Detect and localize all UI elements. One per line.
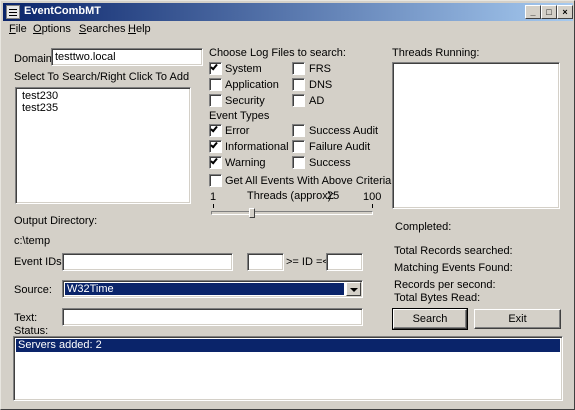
menu-help[interactable]: Help (128, 23, 151, 35)
server-list[interactable]: test230 test235 (15, 87, 191, 204)
window-title: EventCombMT (24, 5, 101, 17)
threads-value: 25 (327, 190, 340, 202)
source-dropdown[interactable]: W32Time (62, 280, 363, 298)
menu-options[interactable]: Options (33, 23, 71, 35)
domain-value: testtwo.local (55, 51, 116, 63)
error-label: Error (225, 125, 250, 137)
event-id-range-label: >= ID =< (286, 256, 329, 268)
failure-audit-label: Failure Audit (309, 141, 371, 153)
application-checkbox[interactable] (209, 78, 222, 91)
status-line[interactable]: Servers added: 2 (16, 339, 560, 352)
get-all-events-label: Get All Events With Above Criteria (225, 175, 392, 187)
server-list-item[interactable]: test230 (22, 90, 58, 102)
minimize-button[interactable]: _ (525, 5, 541, 19)
application-label: Application (225, 79, 279, 91)
frs-label: FRS (309, 63, 331, 75)
system-label: System (225, 63, 262, 75)
menu-bar: File Options Searches Help (3, 22, 573, 39)
threads-running-label: Threads Running: (392, 47, 480, 59)
search-button[interactable]: Search (392, 308, 468, 330)
threads-max: 100 (363, 191, 382, 203)
threads-slider[interactable] (211, 208, 373, 218)
domain-input[interactable]: testtwo.local (51, 48, 203, 66)
success-checkbox[interactable] (292, 156, 305, 169)
records-per-second-label: Records per second: (394, 279, 496, 291)
failure-audit-checkbox[interactable] (292, 140, 305, 153)
event-ids-label: Event IDs: (14, 256, 65, 268)
ad-checkbox[interactable] (292, 94, 305, 107)
exit-button[interactable]: Exit (474, 309, 561, 329)
status-log[interactable]: Servers added: 2 (13, 336, 563, 401)
matching-events-label: Matching Events Found: (394, 262, 513, 274)
event-id-max-input[interactable] (326, 253, 363, 271)
title-bar[interactable]: EventCombMT _ □ × (3, 3, 573, 21)
source-value: W32Time (65, 283, 344, 295)
success-audit-checkbox[interactable] (292, 124, 305, 137)
dns-checkbox[interactable] (292, 78, 305, 91)
success-audit-label: Success Audit (309, 125, 379, 137)
menu-searches[interactable]: Searches (79, 23, 125, 35)
source-label: Source: (14, 284, 52, 296)
event-types-heading: Event Types (209, 110, 270, 122)
slider-tick-max (372, 204, 373, 208)
threads-min: 1 (210, 191, 217, 203)
warning-label: Warning (225, 157, 266, 169)
domain-label: Domain: (14, 53, 55, 65)
server-list-label: Select To Search/Right Click To Add (14, 71, 190, 83)
warning-checkbox[interactable] (209, 156, 222, 169)
chevron-down-icon[interactable] (346, 282, 361, 296)
output-dir-label: Output Directory: (14, 215, 98, 227)
total-records-label: Total Records searched: (394, 245, 513, 257)
app-icon (6, 5, 20, 19)
menu-file[interactable]: File (9, 23, 27, 35)
ad-label: AD (309, 95, 325, 107)
frs-checkbox[interactable] (292, 62, 305, 75)
slider-tick-min (213, 204, 214, 208)
threads-label: Threads (approx): (247, 190, 335, 202)
informational-checkbox[interactable] (209, 140, 222, 153)
text-label: Text: (14, 312, 38, 324)
security-checkbox[interactable] (209, 94, 222, 107)
close-button[interactable]: × (557, 5, 573, 19)
error-checkbox[interactable] (209, 124, 222, 137)
security-label: Security (225, 95, 265, 107)
main-window: EventCombMT _ □ × File Options Searches … (0, 0, 575, 410)
log-files-heading: Choose Log Files to search: (209, 47, 346, 59)
text-input[interactable] (62, 308, 363, 326)
server-list-item[interactable]: test235 (22, 102, 58, 114)
informational-label: Informational (225, 141, 289, 153)
dns-label: DNS (309, 79, 333, 91)
event-id-min-input[interactable] (247, 253, 284, 271)
get-all-events-checkbox[interactable] (209, 174, 222, 187)
slider-thumb[interactable] (249, 208, 255, 218)
maximize-button[interactable]: □ (541, 5, 557, 19)
total-bytes-label: Total Bytes Read: (394, 292, 481, 304)
success-label: Success (309, 157, 351, 169)
output-dir-value: c:\temp (14, 235, 51, 247)
event-ids-input[interactable] (62, 253, 233, 271)
completed-label: Completed: (395, 221, 452, 233)
system-checkbox[interactable] (209, 62, 222, 75)
threads-running-list[interactable] (392, 62, 560, 209)
